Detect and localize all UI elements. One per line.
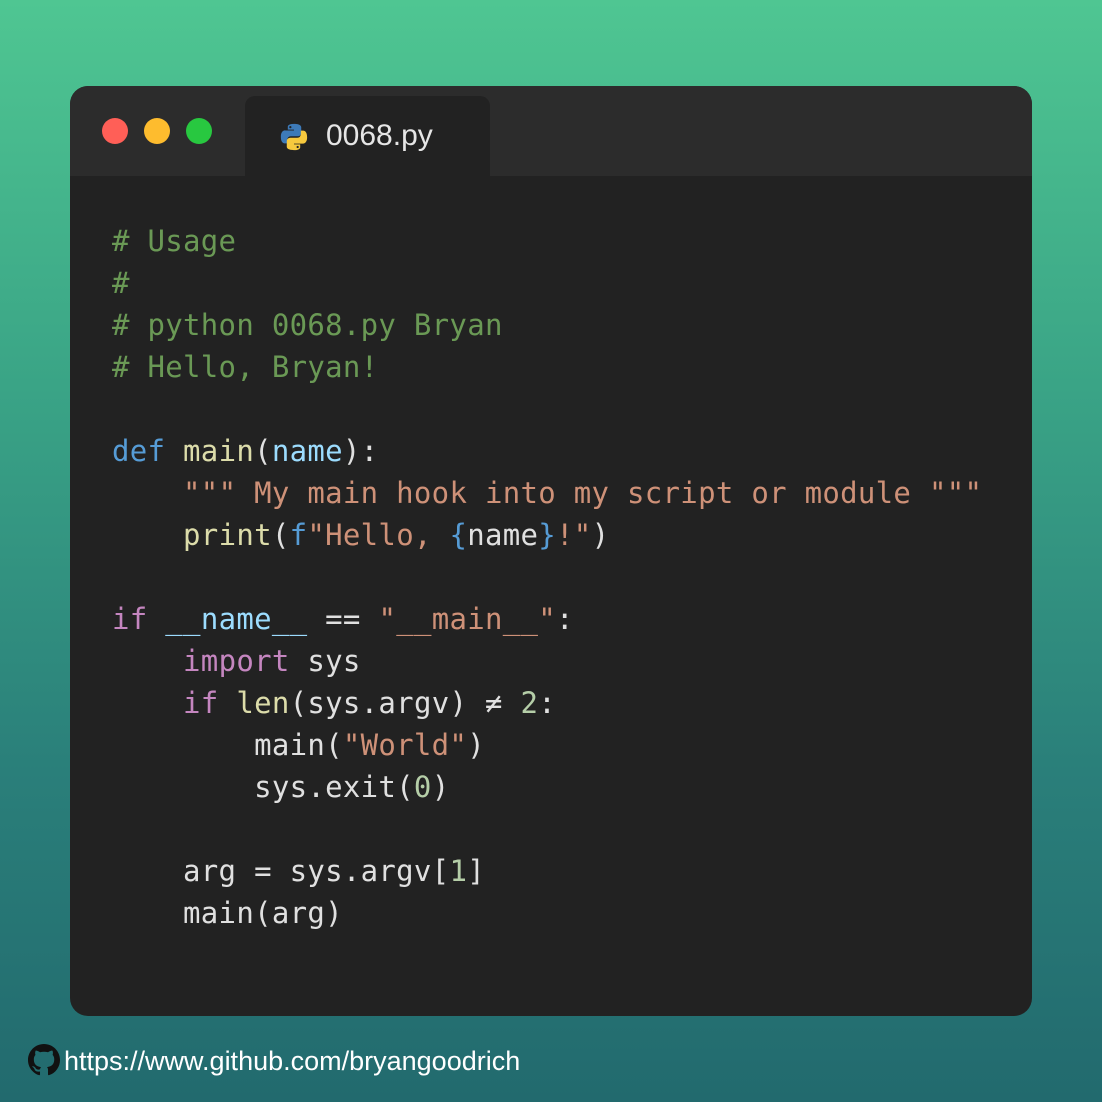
code-token: """ My main hook into my script or modul… — [183, 476, 983, 510]
code-token: ) — [591, 518, 610, 552]
code-line: # Hello, Bryan! — [112, 346, 982, 388]
code-token: : — [556, 602, 574, 636]
code-line: # Usage — [112, 220, 982, 262]
code-token: "Hello, — [307, 518, 450, 552]
code-token: (sys.argv) — [289, 686, 485, 720]
code-token: name — [467, 518, 539, 552]
code-line: sys.exit(0) — [112, 766, 982, 808]
code-token: __name__ — [165, 602, 308, 636]
github-profile-link[interactable]: https://www.github.com/bryangoodrich — [64, 1045, 520, 1077]
maximize-window-button[interactable] — [186, 118, 212, 144]
code-token: main( — [112, 728, 343, 762]
code-line: # python 0068.py Bryan — [112, 304, 982, 346]
code-token: sys — [289, 644, 361, 678]
code-token: # Hello, Bryan! — [112, 350, 379, 384]
code-token: if — [112, 602, 148, 636]
code-token: def — [112, 434, 166, 468]
code-token: : — [538, 686, 557, 720]
code-editor[interactable]: # Usage # # python 0068.py Bryan # Hello, B… — [112, 220, 982, 934]
code-token: 2 — [520, 686, 539, 720]
code-token: name — [271, 434, 343, 468]
code-token: sys.exit( — [112, 770, 414, 804]
code-token: print — [183, 518, 272, 552]
code-line: main("World") — [112, 724, 982, 766]
code-line: arg = sys.argv[1] — [112, 850, 982, 892]
code-token: len — [236, 686, 290, 720]
minimize-window-button[interactable] — [144, 118, 170, 144]
code-line: if len(sys.argv) ≠ 2: — [112, 682, 982, 724]
title-bar: 0068.py — [70, 86, 1032, 176]
code-token: if — [183, 686, 219, 720]
code-line: main(arg) — [112, 892, 982, 934]
code-token: !" — [556, 518, 592, 552]
code-token: { — [449, 518, 468, 552]
close-window-button[interactable] — [102, 118, 128, 144]
code-token: main(arg) — [112, 896, 343, 930]
code-token: ): — [342, 434, 379, 468]
code-token: "World" — [342, 728, 468, 762]
code-line: if __name__ == "__main__": — [112, 598, 982, 640]
github-icon — [28, 1044, 60, 1076]
code-token: } — [538, 518, 557, 552]
code-token: f — [289, 518, 308, 552]
code-line: def main(name): — [112, 430, 982, 472]
code-token: == — [325, 602, 361, 636]
code-line: # — [112, 262, 982, 304]
code-token: # Usage — [112, 224, 237, 258]
code-token: import — [183, 644, 290, 678]
tab-file[interactable]: 0068.py — [245, 96, 490, 176]
code-token: main — [183, 434, 255, 468]
code-line: """ My main hook into my script or modul… — [112, 472, 982, 514]
python-icon — [280, 123, 308, 151]
code-token: ≠ — [484, 686, 503, 720]
tab-filename: 0068.py — [326, 119, 433, 152]
code-token: arg = sys.argv[ — [112, 854, 450, 888]
code-line: import sys — [112, 640, 982, 682]
code-line: print(f"Hello, {name}!") — [112, 514, 982, 556]
code-window: 0068.py # Usage # # python 0068.py Bryan # … — [70, 86, 1032, 1016]
code-token: ] — [467, 854, 485, 888]
code-token: "__main__" — [378, 602, 557, 636]
code-token: ( — [254, 434, 272, 468]
code-token: ) — [431, 770, 450, 804]
code-token: ( — [271, 518, 290, 552]
code-token: # — [112, 266, 130, 300]
code-token: ) — [467, 728, 485, 762]
code-token: 1 — [449, 854, 468, 888]
code-token: 0 — [413, 770, 432, 804]
code-token: # python 0068.py Bryan — [112, 308, 503, 342]
